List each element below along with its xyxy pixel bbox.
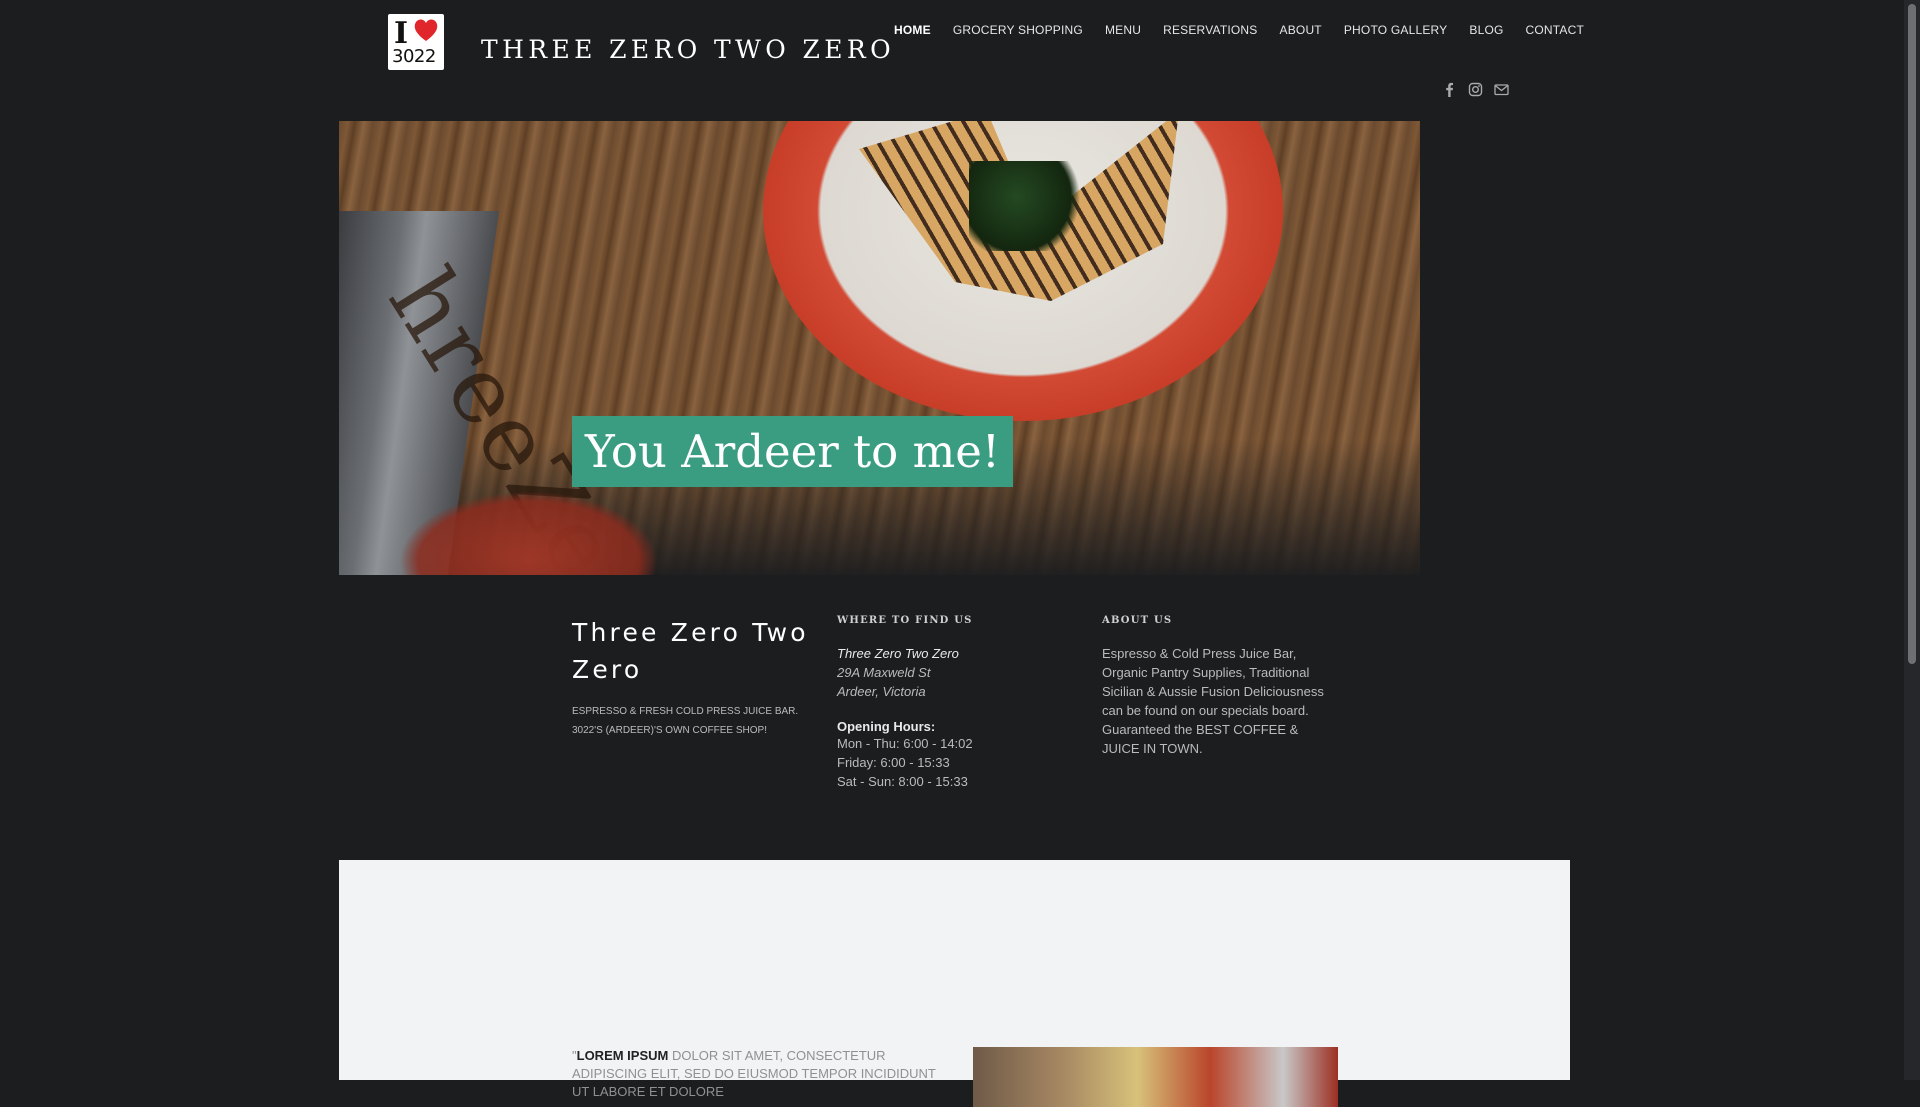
site-title[interactable]: THREE ZERO TWO ZERO: [481, 35, 895, 64]
page: I 3022 THREE ZERO TWO ZERO HOME GROCERY …: [0, 0, 1904, 1107]
address-block: Three Zero Two Zero 29A Maxweld St Ardee…: [837, 644, 1057, 701]
about-body: Espresso & Cold Press Juice Bar, Organic…: [1102, 646, 1324, 756]
lorem-bold: LOREM IPSUM: [576, 1048, 669, 1063]
social-links: [1442, 82, 1509, 97]
about-heading: ABOUT US: [1102, 615, 1173, 626]
facebook-icon[interactable]: [1442, 82, 1457, 97]
nav-item-about[interactable]: ABOUT: [1269, 21, 1333, 39]
address-business: Three Zero Two Zero: [837, 646, 959, 661]
find-us-column: WHERE TO FIND US Three Zero Two Zero 29A…: [837, 615, 1057, 791]
mail-icon[interactable]: [1494, 82, 1509, 97]
instagram-icon[interactable]: [1468, 82, 1483, 97]
hero-tagline: You Ardeer to me!: [572, 416, 1013, 487]
main-nav: HOME GROCERY SHOPPING MENU RESERVATIONS …: [883, 21, 1595, 39]
address-street: 29A Maxweld St: [837, 665, 931, 680]
hero-spinach: [969, 161, 1089, 251]
nav-item-reservations[interactable]: RESERVATIONS: [1152, 21, 1268, 39]
about-column: ABOUT US Espresso & Cold Press Juice Bar…: [1102, 615, 1334, 758]
nav-item-home[interactable]: HOME: [883, 21, 942, 39]
logo-number: 3022: [392, 46, 436, 67]
nav-item-photo-gallery[interactable]: PHOTO GALLERY: [1333, 21, 1459, 39]
content-section: "LOREM IPSUM DOLOR SIT AMET, CONSECTETUR…: [339, 860, 1570, 1107]
site-logo[interactable]: I 3022: [388, 14, 444, 70]
content-photo: [973, 1047, 1338, 1107]
hours-row: Mon - Thu: 6:00 - 14:02: [837, 736, 973, 751]
lorem-paragraph: "LOREM IPSUM DOLOR SIT AMET, CONSECTETUR…: [572, 1047, 952, 1101]
address-locality: Ardeer, Victoria: [837, 684, 926, 699]
nav-item-blog[interactable]: BLOG: [1458, 21, 1514, 39]
heart-icon: [414, 19, 438, 41]
page-scrollbar[interactable]: [1904, 0, 1920, 1080]
brand-column: Three Zero Two Zero ESPRESSO & FRESH COL…: [572, 614, 812, 740]
nav-item-menu[interactable]: MENU: [1094, 21, 1152, 39]
hero-image: hreeZero: [339, 121, 1420, 575]
find-us-heading: WHERE TO FIND US: [837, 615, 973, 626]
hours-list: Mon - Thu: 6:00 - 14:02 Friday: 6:00 - 1…: [837, 734, 1057, 791]
brand-description: ESPRESSO & FRESH COLD PRESS JUICE BAR. 3…: [572, 706, 799, 736]
hours-row: Friday: 6:00 - 15:33: [837, 755, 950, 770]
hours-heading: Opening Hours:: [837, 719, 936, 734]
scrollbar-thumb[interactable]: [1908, 4, 1916, 664]
nav-item-contact[interactable]: CONTACT: [1515, 21, 1596, 39]
hours-row: Sat - Sun: 8:00 - 15:33: [837, 774, 968, 789]
nav-item-grocery-shopping[interactable]: GROCERY SHOPPING: [942, 21, 1094, 39]
brand-name: Three Zero Two Zero: [572, 618, 809, 684]
